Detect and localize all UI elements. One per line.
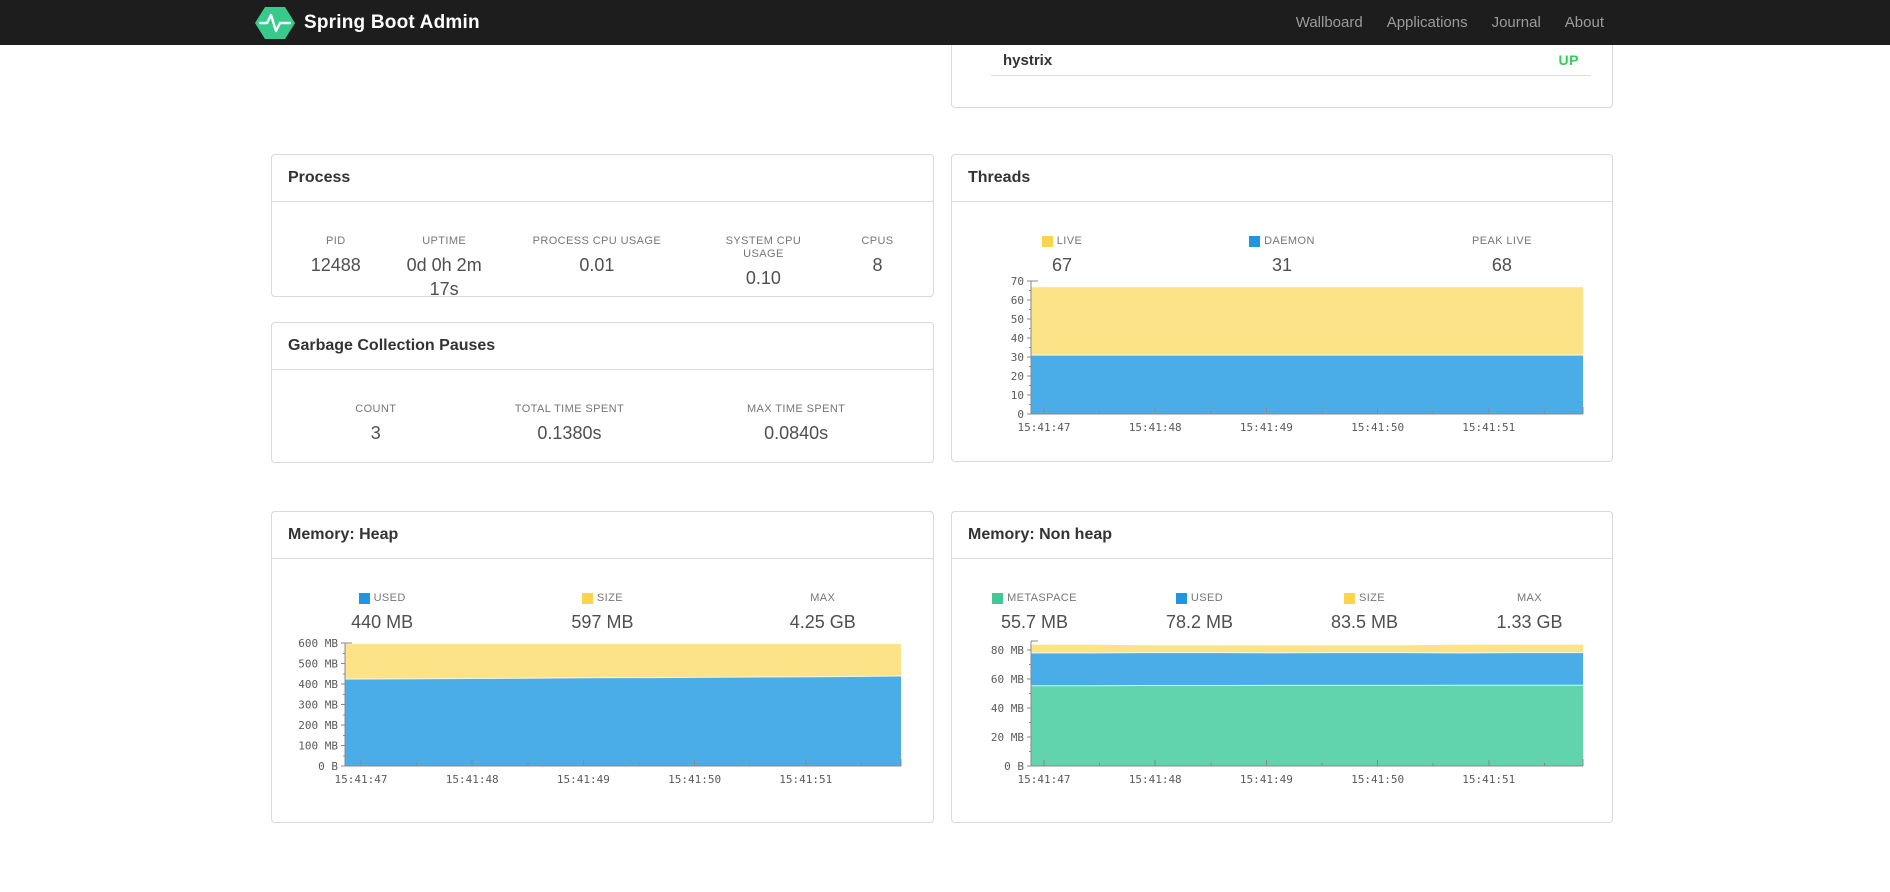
nav-links: Wallboard Applications Journal About — [1284, 0, 1616, 45]
panel-heading: Process — [272, 155, 933, 202]
nav-item-journal[interactable]: Journal — [1480, 14, 1553, 31]
svg-text:15:41:49: 15:41:49 — [1240, 421, 1293, 434]
stat-heap-used: USED 440 MB — [351, 592, 414, 632]
gc-stats: COUNT 3 TOTAL TIME SPENT 0.1380s MAX TIM… — [272, 400, 933, 445]
nonheap-stats: METASPACE 55.7 MB USED 78.2 MB SIZE 83.5… — [952, 589, 1612, 634]
svg-text:30: 30 — [1011, 351, 1024, 364]
panel-title: Garbage Collection Pauses — [288, 337, 496, 354]
svg-text:15:41:51: 15:41:51 — [779, 773, 832, 786]
stat-system-cpu-usage: SYSTEM CPU USAGE 0.10 — [725, 235, 802, 288]
svg-text:15:41:48: 15:41:48 — [1129, 421, 1182, 434]
threads-chart: 0 10 20 30 40 50 60 70 15:41:47 15:41:48 15:41:49 1… — [952, 261, 1614, 465]
svg-text:15:41:50: 15:41:50 — [668, 773, 721, 786]
svg-text:80 MB: 80 MB — [991, 644, 1024, 657]
svg-text:15:41:50: 15:41:50 — [1351, 773, 1404, 786]
memory-heap-chart: 0 B 100 MB 200 MB 300 MB 400 MB 500 MB 600 MB 1… — [272, 630, 935, 822]
svg-text:60: 60 — [1011, 294, 1024, 307]
svg-text:40: 40 — [1011, 332, 1024, 345]
stat-nonheap-used: USED 78.2 MB — [1165, 592, 1234, 632]
live-legend-swatch — [1041, 236, 1053, 247]
memory-nonheap-chart: 0 B 20 MB 40 MB 60 MB 80 MB 15:41:47 15:41:48 1… — [952, 630, 1614, 822]
status-badge: UP — [1558, 52, 1579, 68]
svg-text:0: 0 — [1017, 408, 1024, 421]
nav-item-applications[interactable]: Applications — [1375, 14, 1480, 31]
svg-text:15:41:47: 15:41:47 — [1018, 421, 1071, 434]
metaspace-legend-swatch — [992, 593, 1004, 604]
memory-nonheap-panel: Memory: Non heap METASPACE 55.7 MB USED … — [951, 511, 1613, 823]
top-navbar: Spring Boot Admin Wallboard Applications… — [0, 0, 1890, 45]
svg-text:10: 10 — [1011, 389, 1024, 402]
svg-text:15:41:49: 15:41:49 — [1240, 773, 1293, 786]
svg-text:50: 50 — [1011, 313, 1024, 326]
stat-heap-max: MAX 4.25 GB — [789, 592, 856, 632]
brand-title: Spring Boot Admin — [304, 11, 480, 33]
used-legend-swatch — [1175, 593, 1187, 604]
svg-text:600 MB: 600 MB — [298, 637, 338, 650]
panel-title: Memory: Non heap — [968, 526, 1113, 543]
stat-gc-count: COUNT 3 — [355, 403, 397, 443]
stat-gc-total-time: TOTAL TIME SPENT 0.1380s — [514, 403, 625, 443]
svg-text:0 B: 0 B — [318, 760, 338, 773]
svg-text:40 MB: 40 MB — [991, 702, 1024, 715]
svg-text:300 MB: 300 MB — [298, 699, 338, 712]
svg-text:100 MB: 100 MB — [298, 740, 338, 753]
stat-cpus: CPUS 8 — [861, 235, 894, 275]
stat-process-cpu-usage: PROCESS CPU USAGE 0.01 — [532, 235, 662, 275]
nav-item-wallboard[interactable]: Wallboard — [1284, 14, 1375, 31]
health-panel: hystrix UP — [951, 45, 1613, 108]
svg-text:20 MB: 20 MB — [991, 731, 1024, 744]
used-legend-swatch — [358, 593, 370, 604]
stat-uptime: UPTIME 0d 0h 2m 17s — [406, 235, 482, 299]
stat-nonheap-size: SIZE 83.5 MB — [1330, 592, 1399, 632]
svg-text:15:41:48: 15:41:48 — [1129, 773, 1182, 786]
memory-heap-panel: Memory: Heap USED 440 MB SIZE 597 MB MAX… — [271, 511, 934, 823]
svg-text:500 MB: 500 MB — [298, 658, 338, 671]
panel-title: Process — [288, 169, 351, 186]
health-indicator-name: hystrix — [1003, 51, 1053, 69]
stat-heap-size: SIZE 597 MB — [571, 592, 634, 632]
panel-heading: Threads — [952, 155, 1612, 202]
panel-title: Memory: Heap — [288, 526, 399, 543]
svg-text:60 MB: 60 MB — [991, 673, 1024, 686]
svg-text:200 MB: 200 MB — [298, 719, 338, 732]
svg-text:70: 70 — [1011, 275, 1024, 288]
svg-text:15:41:47: 15:41:47 — [1018, 773, 1071, 786]
svg-text:15:41:49: 15:41:49 — [557, 773, 610, 786]
size-legend-swatch — [581, 593, 593, 604]
panel-heading: Memory: Heap — [272, 512, 933, 559]
size-legend-swatch — [1343, 593, 1355, 604]
stat-nonheap-max: MAX 1.33 GB — [1496, 592, 1563, 632]
spring-boot-admin-logo-icon — [255, 6, 295, 39]
svg-text:400 MB: 400 MB — [298, 678, 338, 691]
panel-heading: Memory: Non heap — [952, 512, 1612, 559]
stat-nonheap-metaspace: METASPACE 55.7 MB — [952, 589, 1117, 634]
panel-heading: Garbage Collection Pauses — [272, 323, 933, 370]
heap-stats: USED 440 MB SIZE 597 MB MAX 4.25 GB — [272, 589, 933, 634]
panel-title: Threads — [968, 169, 1031, 186]
stat-gc-max-time: MAX TIME SPENT 0.0840s — [746, 403, 846, 443]
svg-text:15:41:47: 15:41:47 — [335, 773, 388, 786]
threads-panel: Threads LIVE 67 DAEMON 31 PEAK LIVE 68 0… — [951, 154, 1613, 462]
process-stats: PID 12488 UPTIME 0d 0h 2m 17s PROCESS CP… — [272, 232, 933, 301]
nav-item-about[interactable]: About — [1553, 14, 1616, 31]
svg-text:20: 20 — [1011, 370, 1024, 383]
svg-text:15:41:51: 15:41:51 — [1462, 773, 1515, 786]
gc-pauses-panel: Garbage Collection Pauses COUNT 3 TOTAL … — [271, 322, 934, 463]
stat-pid: PID 12488 — [310, 235, 361, 275]
brand[interactable]: Spring Boot Admin — [255, 0, 480, 45]
svg-text:0 B: 0 B — [1004, 760, 1024, 773]
svg-text:15:41:50: 15:41:50 — [1351, 421, 1404, 434]
health-row-hystrix[interactable]: hystrix UP — [991, 45, 1591, 76]
svg-text:15:41:48: 15:41:48 — [446, 773, 499, 786]
process-panel: Process PID 12488 UPTIME 0d 0h 2m 17s PR… — [271, 154, 934, 299]
svg-text:15:41:51: 15:41:51 — [1462, 421, 1515, 434]
daemon-legend-swatch — [1249, 236, 1261, 247]
